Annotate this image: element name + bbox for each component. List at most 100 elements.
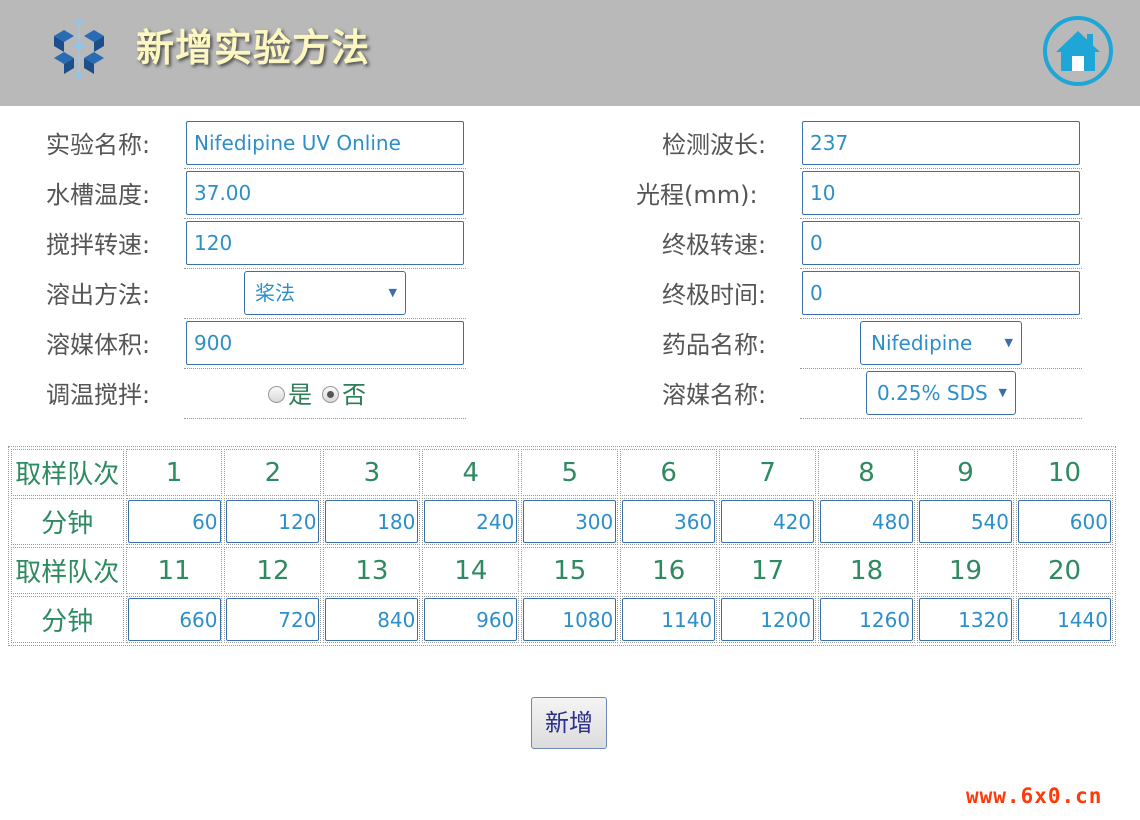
sampling-minute-cell bbox=[125, 498, 223, 545]
sampling-seq-cell: 3 bbox=[323, 449, 421, 496]
chevron-down-icon: ▼ bbox=[998, 386, 1007, 399]
sampling-seq-header: 取样队次 bbox=[11, 547, 124, 594]
final-time-input[interactable]: 0 bbox=[802, 271, 1080, 315]
sampling-minute-input[interactable] bbox=[325, 500, 419, 543]
sampling-seq-cell: 6 bbox=[620, 449, 718, 496]
sampling-minute-input[interactable] bbox=[1017, 500, 1111, 543]
sampling-minute-input[interactable] bbox=[1017, 598, 1111, 641]
sampling-minute-cell bbox=[125, 596, 223, 643]
watermark: www.6x0.cn bbox=[966, 784, 1103, 808]
bath-temp-input[interactable]: 37.00 bbox=[186, 171, 464, 215]
sampling-seq-cell: 18 bbox=[818, 547, 916, 594]
sampling-seq-cell: 13 bbox=[323, 547, 421, 594]
wavelength-label: 检测波长: bbox=[662, 131, 767, 159]
final-speed-label: 终极转速: bbox=[662, 231, 767, 259]
sampling-seq-cell: 16 bbox=[620, 547, 718, 594]
sampling-seq-cell: 4 bbox=[422, 449, 520, 496]
sampling-minute-input[interactable] bbox=[622, 500, 716, 543]
medium-name-select[interactable]: 0.25% SDS ▼ bbox=[866, 371, 1016, 415]
sampling-minute-input[interactable] bbox=[424, 598, 518, 641]
add-button[interactable]: 新增 bbox=[531, 697, 607, 749]
path-length-input[interactable]: 10 bbox=[802, 171, 1080, 215]
sampling-minute-header: 分钟 bbox=[11, 596, 124, 643]
sampling-minute-input[interactable] bbox=[325, 598, 419, 641]
temp-stir-label: 调温搅拌: bbox=[46, 381, 151, 409]
drug-name-value: Nifedipine bbox=[871, 331, 973, 355]
sampling-minute-input[interactable] bbox=[919, 500, 1013, 543]
temp-stir-radio-group: 是否 bbox=[268, 372, 376, 418]
sampling-minute-input[interactable] bbox=[523, 598, 617, 641]
stir-speed-input[interactable]: 120 bbox=[186, 221, 464, 265]
experiment-name-label: 实验名称: bbox=[46, 131, 151, 159]
sampling-minute-input[interactable] bbox=[622, 598, 716, 641]
sampling-minute-input[interactable] bbox=[820, 598, 914, 641]
sampling-seq-cell: 15 bbox=[521, 547, 619, 594]
path-length-label: 光程(mm): bbox=[636, 181, 758, 209]
sampling-minute-cell bbox=[917, 498, 1014, 545]
sampling-minute-cell bbox=[323, 498, 421, 545]
sampling-minute-cell bbox=[620, 596, 718, 643]
sampling-minute-cell bbox=[719, 498, 817, 545]
medium-volume-label: 溶媒体积: bbox=[46, 331, 151, 359]
sampling-minute-input[interactable] bbox=[721, 598, 815, 641]
sampling-table: 取样队次12345678910分钟取样队次1112131415161718192… bbox=[8, 446, 1116, 646]
dissolution-method-value: 桨法 bbox=[255, 281, 295, 305]
sampling-seq-cell: 1 bbox=[125, 449, 223, 496]
radio-yes-icon[interactable] bbox=[268, 385, 285, 403]
sampling-minute-input[interactable] bbox=[721, 500, 815, 543]
sampling-seq-header: 取样队次 bbox=[11, 449, 124, 496]
bath-temp-label: 水槽温度: bbox=[46, 181, 151, 209]
sampling-minute-input[interactable] bbox=[127, 598, 221, 641]
sampling-minute-cell bbox=[620, 498, 718, 545]
sampling-minute-input[interactable] bbox=[226, 500, 320, 543]
sampling-seq-cell: 14 bbox=[422, 547, 520, 594]
dissolution-method-label: 溶出方法: bbox=[46, 281, 151, 309]
temp-stir-option-no[interactable]: 否 bbox=[322, 372, 366, 418]
sampling-seq-cell: 12 bbox=[224, 547, 322, 594]
sampling-minute-cell bbox=[224, 596, 322, 643]
dissolution-method-select[interactable]: 桨法 ▼ bbox=[244, 271, 406, 315]
sampling-seq-cell: 9 bbox=[917, 449, 1014, 496]
radio-yes-label: 是 bbox=[288, 381, 312, 409]
sampling-minute-input[interactable] bbox=[523, 500, 617, 543]
wavelength-input[interactable]: 237 bbox=[802, 121, 1080, 165]
sampling-minute-cell bbox=[422, 498, 520, 545]
sampling-seq-cell: 5 bbox=[521, 449, 619, 496]
stir-speed-label: 搅拌转速: bbox=[46, 231, 151, 259]
chevron-down-icon: ▼ bbox=[388, 286, 397, 299]
page-title: 新增实验方法 bbox=[136, 26, 371, 70]
sampling-seq-row: 取样队次 11 12 13 14 15 16 17 18 19 20 bbox=[11, 547, 1113, 594]
sampling-minute-cell bbox=[818, 498, 916, 545]
sampling-minute-input[interactable] bbox=[424, 500, 518, 543]
sampling-minute-cell bbox=[323, 596, 421, 643]
sampling-minute-cell bbox=[917, 596, 1014, 643]
sampling-minute-cell bbox=[1015, 498, 1113, 545]
sampling-seq-cell: 19 bbox=[917, 547, 1014, 594]
sampling-seq-cell: 20 bbox=[1015, 547, 1113, 594]
experiment-name-input[interactable]: Nifedipine UV Online bbox=[186, 121, 464, 165]
temp-stir-option-yes[interactable]: 是 bbox=[268, 372, 312, 418]
home-icon[interactable] bbox=[1042, 15, 1114, 87]
sampling-minute-cell bbox=[422, 596, 520, 643]
drug-name-label: 药品名称: bbox=[662, 331, 767, 359]
cube-network-icon bbox=[54, 19, 104, 79]
sampling-minute-row: 分钟 bbox=[11, 498, 1113, 545]
sampling-seq-cell: 2 bbox=[224, 449, 322, 496]
sampling-minute-input[interactable] bbox=[820, 500, 914, 543]
sampling-minute-input[interactable] bbox=[919, 598, 1013, 641]
medium-volume-input[interactable]: 900 bbox=[186, 321, 464, 365]
sampling-minute-input[interactable] bbox=[226, 598, 320, 641]
sampling-seq-row: 取样队次 1 2 3 4 5 6 7 8 9 10 bbox=[11, 449, 1113, 496]
medium-name-label: 溶媒名称: bbox=[662, 381, 767, 409]
sampling-seq-cell: 8 bbox=[818, 449, 916, 496]
sampling-minute-cell bbox=[224, 498, 322, 545]
chevron-down-icon: ▼ bbox=[1004, 336, 1013, 349]
final-speed-input[interactable]: 0 bbox=[802, 221, 1080, 265]
sampling-minute-cell bbox=[1015, 596, 1113, 643]
sampling-seq-cell: 11 bbox=[125, 547, 223, 594]
drug-name-select[interactable]: Nifedipine ▼ bbox=[860, 321, 1022, 365]
sampling-minute-input[interactable] bbox=[127, 500, 221, 543]
header-bar: 新增实验方法 bbox=[0, 0, 1140, 106]
sampling-minute-cell bbox=[719, 596, 817, 643]
radio-no-icon[interactable] bbox=[322, 385, 339, 403]
